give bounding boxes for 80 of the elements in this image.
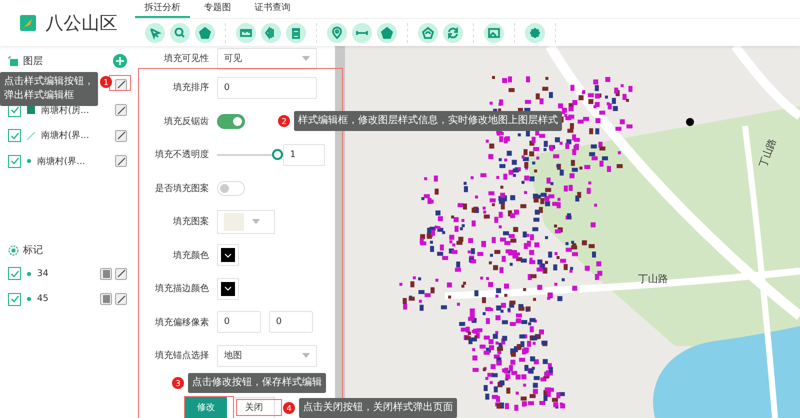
layers-icon [8, 56, 19, 66]
input-field[interactable]: 0 [217, 76, 317, 99]
pointer-tool-icon[interactable] [145, 22, 165, 42]
step-number-badge: 1 [100, 76, 112, 88]
edit-style-button[interactable] [115, 268, 127, 280]
checkbox[interactable] [8, 154, 21, 168]
location-dot [686, 118, 694, 126]
caret-icon [302, 353, 310, 358]
search-tool-icon[interactable] [170, 22, 190, 42]
toggle-switch[interactable] [217, 114, 245, 129]
edit-style-button[interactable] [115, 293, 127, 306]
app-title: 八公山区 [46, 12, 118, 35]
select-field[interactable]: 可见 [217, 48, 317, 70]
field-label: 填充描边颜色 [154, 282, 209, 296]
photo-tool-icon[interactable] [484, 22, 504, 42]
pin-tool-icon[interactable] [327, 22, 347, 42]
line-layer-icon [27, 132, 35, 140]
pattern-swatch [224, 212, 244, 231]
add-layer-button[interactable] [113, 54, 127, 68]
callout-tooltip: 点击关闭按钮，关闭样式弹出页面 [299, 398, 457, 418]
polygon-layer-icon [27, 106, 35, 114]
field-label: 填充锚点选择 [154, 350, 209, 362]
select-field[interactable]: 地图 [217, 344, 317, 367]
checkbox[interactable] [8, 292, 21, 306]
delete-button[interactable] [100, 293, 112, 306]
edit-style-button[interactable] [115, 104, 127, 116]
caret-icon [252, 219, 260, 224]
field-label: 填充偏移像素 [154, 316, 209, 329]
marker-name[interactable]: 45 [37, 294, 48, 304]
color-picker[interactable] [217, 278, 239, 300]
field-label: 填充排序 [172, 82, 209, 94]
layer-name[interactable]: 南塘村(房... [41, 104, 90, 117]
pentagon-tool-icon[interactable] [195, 22, 215, 42]
chevron-icon [224, 286, 232, 292]
caret-icon [302, 56, 310, 61]
section-title: 标记 [23, 244, 44, 257]
form-button[interactable]: 修改 [185, 396, 227, 418]
sync-tool-icon[interactable] [443, 22, 463, 42]
gear-tool-icon[interactable] [525, 22, 545, 42]
edit-style-button[interactable] [115, 130, 127, 142]
tab[interactable]: 证书查询 [245, 0, 300, 18]
point-marker-icon [27, 297, 31, 302]
field-label: 填充反锯齿 [163, 116, 209, 128]
color-picker[interactable] [217, 244, 239, 266]
map-logo-icon [18, 13, 38, 33]
road-label: 丁山路 [757, 136, 780, 170]
edit-style-button[interactable] [115, 78, 127, 91]
point-marker-icon [27, 272, 31, 276]
callout-tooltip: 样式编辑框，修改图层样式信息，实时修改地图上图层样式 [294, 111, 562, 131]
edit-style-button[interactable] [115, 155, 127, 168]
checkbox[interactable] [8, 129, 21, 142]
refresh-tool-icon[interactable] [418, 22, 438, 42]
ruler-tool-icon[interactable] [236, 22, 256, 42]
trash-tool-icon[interactable] [286, 22, 306, 42]
checkbox[interactable] [8, 267, 21, 280]
line-tool-icon[interactable] [352, 22, 372, 42]
field-label: 是否填充图案 [154, 182, 209, 195]
tab[interactable]: 专题图 [190, 0, 245, 18]
polygon-tool-icon[interactable] [377, 22, 397, 42]
input-field[interactable]: 1 [283, 144, 325, 166]
field-label: 填充不透明度 [154, 148, 209, 162]
layer-name[interactable]: 南塘村(界... [41, 129, 90, 142]
marker-icon [8, 244, 19, 256]
section-title: 图层 [23, 55, 44, 68]
road-label: 丁山路 [638, 272, 668, 286]
slider-thumb[interactable] [272, 148, 283, 160]
field-label: 填充可见性 [163, 52, 209, 65]
split-tool-icon[interactable] [261, 22, 281, 42]
field-label: 填充图案 [172, 215, 209, 228]
callout-tooltip: 点击样式编辑按钮，弹出样式编辑框 [0, 72, 98, 106]
layer-name[interactable]: 南塘村(界... [37, 154, 86, 168]
input-field[interactable]: 0 [217, 311, 261, 334]
delete-button[interactable] [100, 268, 112, 280]
tab[interactable]: 拆迁分析 [135, 0, 190, 18]
field-label: 填充颜色 [172, 250, 209, 262]
chevron-icon [224, 252, 232, 258]
point-layer-icon [27, 159, 31, 164]
input-field[interactable]: 0 [269, 311, 313, 334]
callout-tooltip: 点击修改按钮，保存样式编辑 [188, 373, 326, 393]
marker-name[interactable]: 34 [37, 268, 48, 279]
